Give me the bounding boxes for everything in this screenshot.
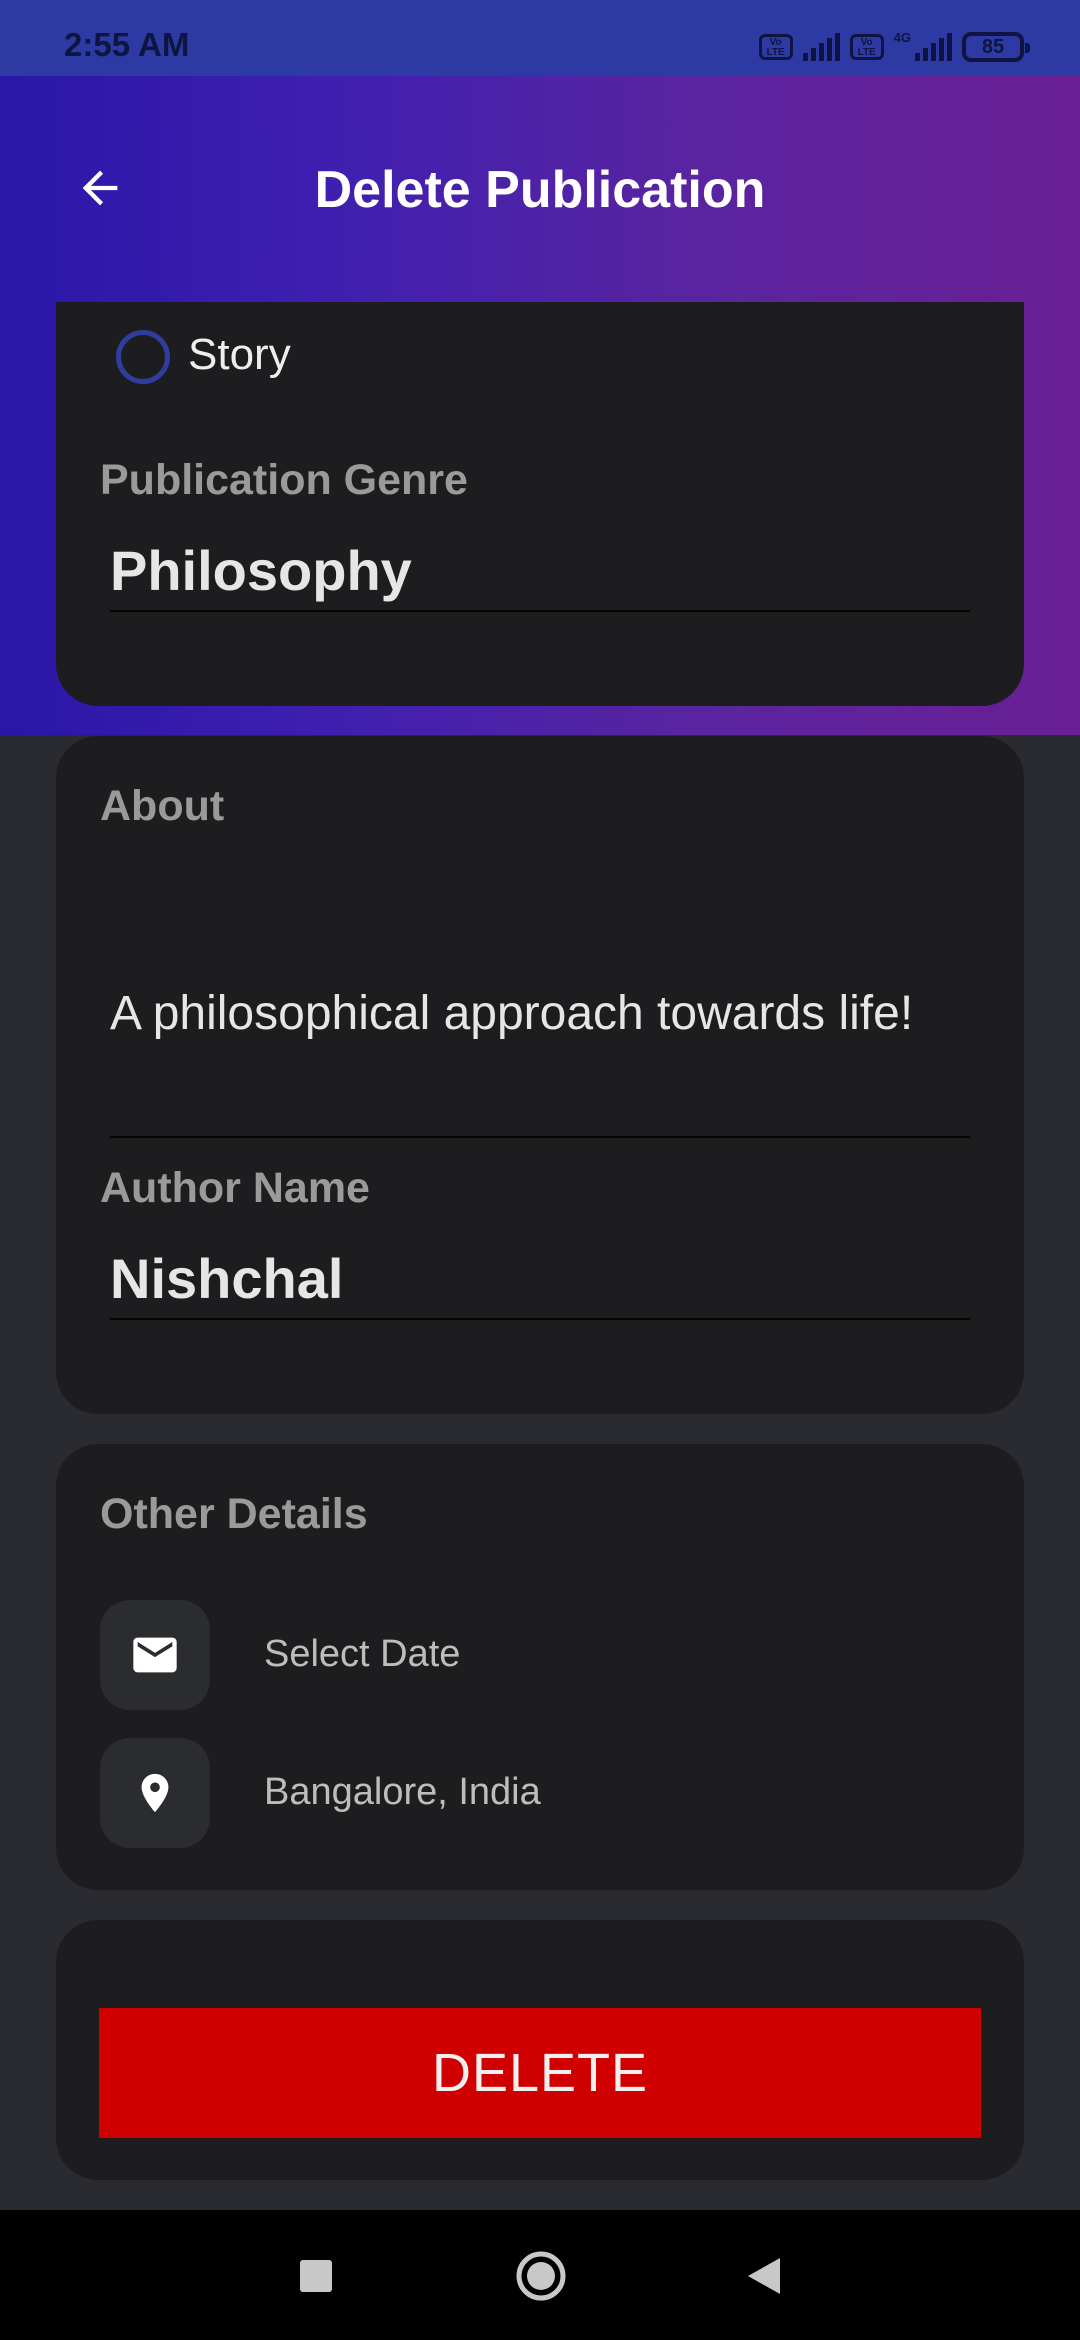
volte-icon-2: Vo LTE <box>849 34 884 60</box>
other-details-card: Other Details Select Date Bangalore, Ind… <box>56 1444 1024 1890</box>
system-navigation-bar <box>0 2210 1080 2340</box>
genre-input[interactable]: Philosophy <box>110 538 412 603</box>
signal-icon-2 <box>915 33 952 61</box>
actions-card: DELETE <box>56 1920 1024 2180</box>
delete-button[interactable]: DELETE <box>99 2008 981 2138</box>
other-details-label: Other Details <box>100 1490 368 1538</box>
about-underline <box>110 1136 970 1138</box>
location-icon-button[interactable] <box>100 1738 210 1848</box>
date-icon-button[interactable] <box>100 1600 210 1710</box>
network-type: 4G <box>893 30 911 45</box>
genre-underline <box>110 610 970 612</box>
select-date-text[interactable]: Select Date <box>264 1633 460 1676</box>
recents-button[interactable] <box>300 2260 332 2292</box>
author-input[interactable]: Nishchal <box>110 1246 343 1311</box>
location-text[interactable]: Bangalore, India <box>264 1771 541 1814</box>
volte-icon: Vo LTE <box>758 34 793 60</box>
publication-info-card: Story Publication Genre Philosophy <box>56 302 1024 706</box>
story-radio-button[interactable] <box>116 330 170 384</box>
home-button[interactable] <box>515 2250 567 2302</box>
genre-label: Publication Genre <box>100 456 468 504</box>
page-title: Delete Publication <box>314 161 766 219</box>
status-time: 2:55 AM <box>64 26 190 63</box>
back-triangle-icon[interactable] <box>742 2254 784 2298</box>
status-bar: 2:55 AM Vo LTE Vo LTE 4G 85 <box>0 0 1080 76</box>
about-author-card: About A philosophical approach towards l… <box>56 736 1024 1414</box>
signal-icon <box>802 33 840 61</box>
story-radio-label[interactable]: Story <box>188 330 291 380</box>
author-underline <box>110 1318 970 1320</box>
about-label: About <box>100 782 225 830</box>
about-input[interactable]: A philosophical approach towards life! <box>110 986 913 1041</box>
mail-icon <box>133 1637 177 1673</box>
battery-icon: 85 <box>962 32 1030 62</box>
author-label: Author Name <box>100 1164 370 1212</box>
status-icons: Vo LTE Vo LTE 4G 85 <box>758 30 1030 64</box>
location-pin-icon <box>141 1773 169 1813</box>
